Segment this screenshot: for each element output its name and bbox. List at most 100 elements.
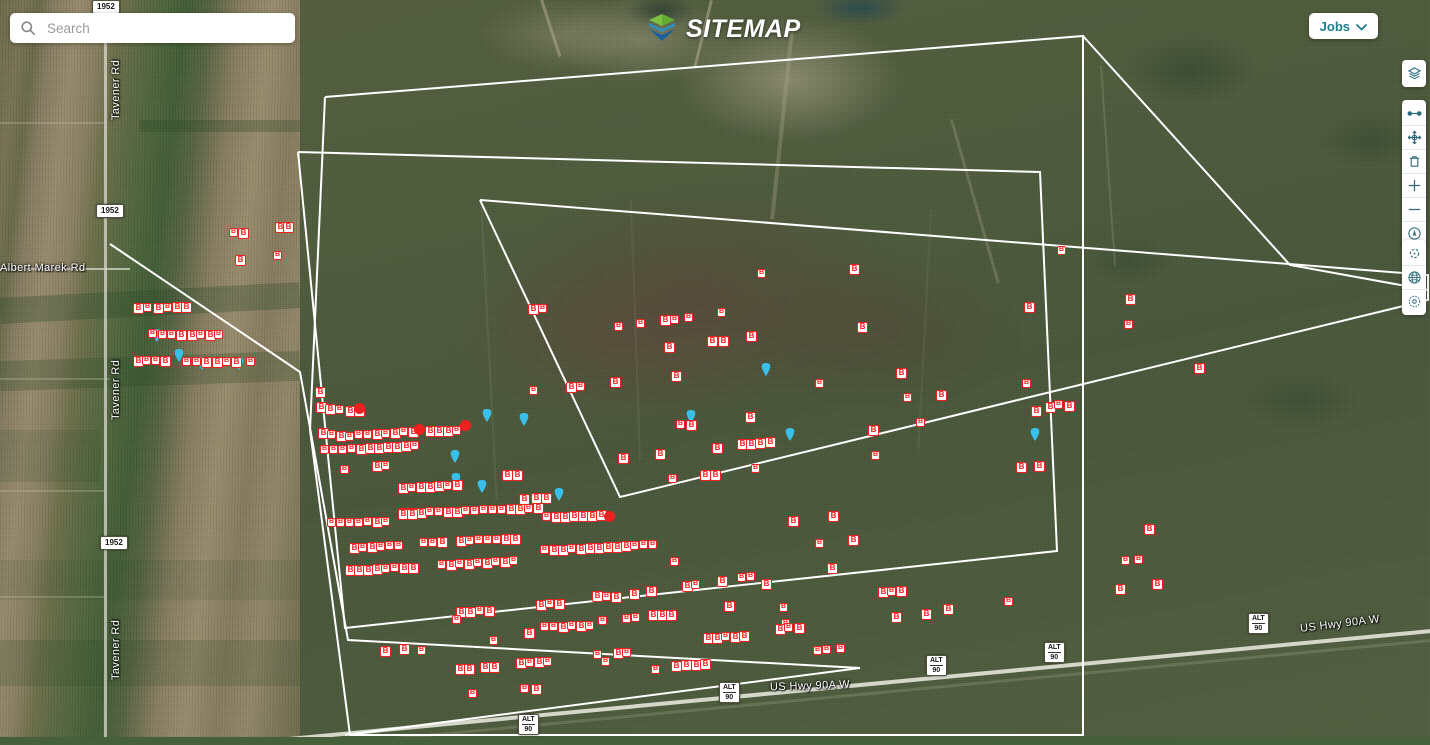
- boring-marker[interactable]: B: [273, 251, 282, 260]
- boring-marker[interactable]: B: [399, 427, 408, 436]
- boring-marker[interactable]: B: [903, 393, 912, 402]
- boring-marker[interactable]: B: [488, 505, 497, 514]
- boring-marker[interactable]: B: [399, 644, 410, 655]
- boring-marker[interactable]: B: [670, 557, 679, 566]
- boring-marker[interactable]: B: [857, 322, 868, 333]
- boring-marker[interactable]: B: [201, 357, 212, 368]
- boring-marker[interactable]: B: [601, 657, 610, 666]
- boring-marker[interactable]: B: [475, 606, 484, 615]
- boring-marker[interactable]: B: [327, 430, 336, 439]
- boring-marker-cluster[interactable]: [414, 424, 425, 435]
- boring-marker[interactable]: B: [1016, 462, 1027, 473]
- boring-marker[interactable]: B: [474, 535, 483, 544]
- boring-marker[interactable]: B: [434, 507, 443, 516]
- boring-marker[interactable]: B: [214, 330, 223, 339]
- boring-marker[interactable]: B: [246, 357, 255, 366]
- boring-marker[interactable]: B: [610, 377, 621, 388]
- boring-marker[interactable]: B: [700, 659, 711, 670]
- boring-marker[interactable]: B: [336, 518, 345, 527]
- boring-marker[interactable]: B: [380, 646, 391, 657]
- zoom-in-icon[interactable]: [1402, 173, 1426, 197]
- boring-marker[interactable]: B: [668, 474, 677, 483]
- boring-marker-cluster[interactable]: [604, 511, 615, 522]
- boring-marker[interactable]: B: [545, 599, 554, 608]
- boring-marker[interactable]: B: [385, 541, 394, 550]
- boring-marker[interactable]: B: [196, 330, 205, 339]
- trash-icon[interactable]: [1402, 149, 1426, 173]
- boring-marker[interactable]: B: [779, 603, 788, 612]
- boring-marker[interactable]: B: [231, 357, 242, 368]
- boring-marker[interactable]: B: [192, 357, 201, 366]
- jobs-dropdown-button[interactable]: Jobs: [1309, 13, 1378, 39]
- boring-marker[interactable]: B: [390, 563, 399, 572]
- boring-marker[interactable]: B: [381, 564, 390, 573]
- globe-icon[interactable]: [1402, 265, 1426, 289]
- boring-marker[interactable]: B: [554, 599, 565, 610]
- boring-marker[interactable]: B: [163, 303, 172, 312]
- boring-marker[interactable]: B: [167, 330, 176, 339]
- boring-marker[interactable]: B: [315, 387, 326, 398]
- boring-marker[interactable]: B: [419, 538, 428, 547]
- boring-marker[interactable]: B: [345, 518, 354, 527]
- boring-marker[interactable]: B: [524, 504, 533, 513]
- boring-marker[interactable]: B: [887, 587, 896, 596]
- boring-marker[interactable]: B: [354, 430, 363, 439]
- boring-marker[interactable]: B: [531, 684, 542, 695]
- boring-marker[interactable]: B: [347, 444, 356, 453]
- boring-marker[interactable]: B: [757, 269, 766, 278]
- boring-marker[interactable]: B: [614, 322, 623, 331]
- boring-marker[interactable]: B: [718, 336, 729, 347]
- water-pin-marker[interactable]: [1031, 428, 1040, 441]
- boring-marker[interactable]: B: [542, 512, 551, 521]
- boring-marker[interactable]: B: [465, 536, 474, 545]
- boring-marker-cluster[interactable]: [354, 403, 365, 414]
- boring-marker[interactable]: B: [576, 382, 585, 391]
- boring-marker[interactable]: B: [670, 315, 679, 324]
- boring-marker[interactable]: B: [567, 544, 576, 553]
- boring-marker[interactable]: B: [896, 368, 907, 379]
- boring-marker[interactable]: B: [1004, 597, 1013, 606]
- boring-marker[interactable]: B: [1034, 461, 1045, 472]
- boring-marker[interactable]: B: [363, 517, 372, 526]
- boring-marker[interactable]: B: [437, 537, 448, 548]
- water-pin-marker[interactable]: [483, 409, 492, 422]
- boring-marker[interactable]: B: [684, 313, 693, 322]
- boring-marker[interactable]: B: [891, 612, 902, 623]
- boring-marker[interactable]: B: [1144, 524, 1155, 535]
- map-canvas[interactable]: BBBBBBBBBBBBBBBBBBBBBBBBBBBBBBBBBBBBBBBB…: [0, 0, 1430, 745]
- boring-marker[interactable]: B: [666, 610, 677, 621]
- boring-marker[interactable]: B: [491, 557, 500, 566]
- boring-marker[interactable]: B: [408, 563, 419, 574]
- boring-marker[interactable]: B: [410, 441, 419, 450]
- boring-marker[interactable]: B: [425, 507, 434, 516]
- boring-marker[interactable]: B: [712, 443, 723, 454]
- boring-marker[interactable]: B: [648, 540, 657, 549]
- boring-marker[interactable]: B: [484, 606, 495, 617]
- boring-marker[interactable]: B: [1022, 379, 1031, 388]
- boring-marker[interactable]: B: [686, 420, 697, 431]
- boring-marker[interactable]: B: [655, 449, 666, 460]
- boring-marker[interactable]: B: [896, 586, 907, 597]
- water-pin-marker[interactable]: [478, 480, 487, 493]
- boring-marker[interactable]: B: [468, 689, 477, 698]
- boring-marker[interactable]: B: [1124, 320, 1133, 329]
- boring-marker[interactable]: B: [868, 425, 879, 436]
- boring-marker[interactable]: B: [229, 228, 238, 237]
- boring-marker-cluster[interactable]: [460, 420, 471, 431]
- move-icon[interactable]: [1402, 125, 1426, 149]
- boring-marker[interactable]: B: [354, 518, 363, 527]
- boring-marker[interactable]: B: [1194, 363, 1205, 374]
- boring-marker[interactable]: B: [455, 559, 464, 568]
- boring-marker[interactable]: B: [520, 684, 529, 693]
- boring-marker[interactable]: B: [717, 576, 728, 587]
- boring-marker[interactable]: B: [489, 636, 498, 645]
- boring-marker[interactable]: B: [176, 330, 187, 341]
- boring-marker[interactable]: B: [815, 379, 824, 388]
- boring-marker[interactable]: B: [618, 453, 629, 464]
- boring-marker[interactable]: B: [598, 616, 607, 625]
- boring-marker[interactable]: B: [222, 357, 231, 366]
- boring-marker[interactable]: B: [827, 563, 838, 574]
- boring-marker[interactable]: B: [651, 665, 660, 674]
- boring-marker[interactable]: B: [822, 645, 831, 654]
- boring-marker[interactable]: B: [443, 481, 452, 490]
